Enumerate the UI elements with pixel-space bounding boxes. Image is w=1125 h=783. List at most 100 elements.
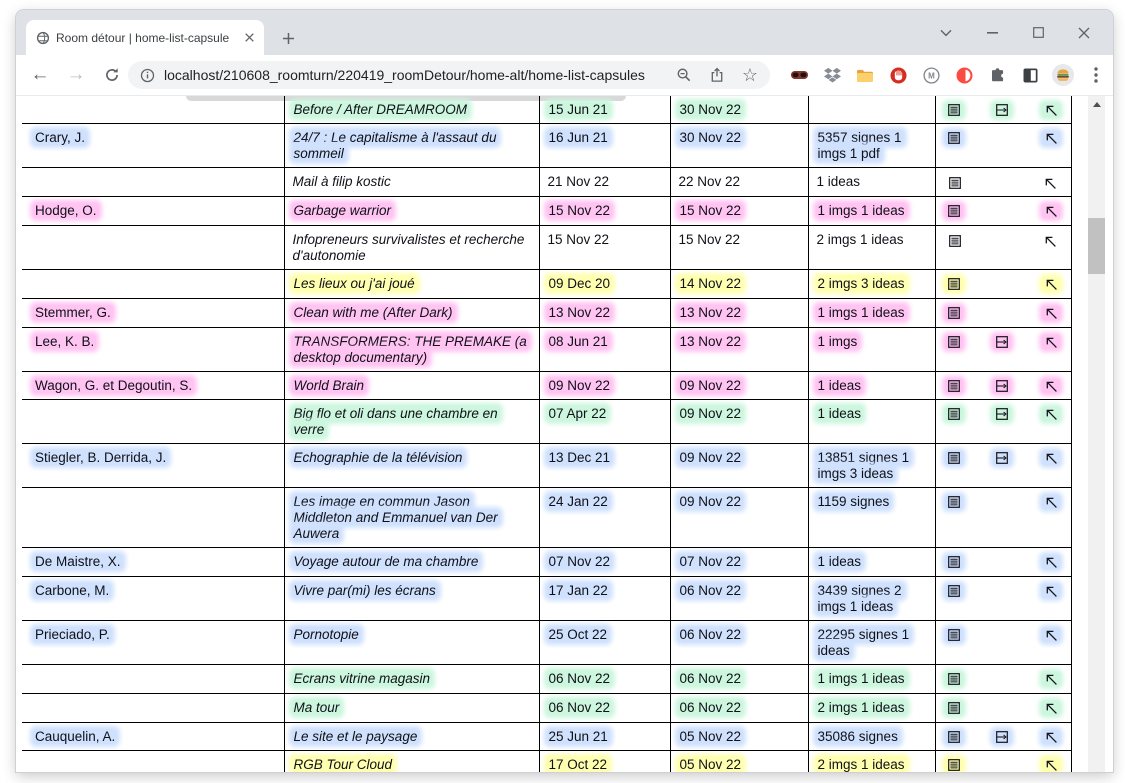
notes-icon[interactable] [945,407,963,421]
extensions-puzzle-icon[interactable] [986,62,1008,88]
goto-arrow-icon[interactable] [1042,306,1060,320]
title-link[interactable]: Les image en commun Jason Middleton and … [292,494,500,541]
redmoon-extension-icon[interactable] [953,62,975,88]
date-updated-text: 09 Nov 22 [678,450,744,465]
goto-arrow-icon[interactable] [1042,407,1060,421]
title-cell: Les image en commun Jason Middleton and … [284,488,539,548]
title-link[interactable]: Echographie de la télévision [292,450,465,465]
window-close-button[interactable] [1067,10,1101,55]
goto-arrow-icon[interactable] [1042,379,1060,393]
tab-search-chevron-icon[interactable] [929,10,963,55]
goto-arrow-icon[interactable] [1042,730,1060,744]
date-updated-cell: 07 Nov 22 [670,548,808,577]
goto-arrow-icon[interactable] [1042,204,1060,218]
notes-icon[interactable] [945,103,963,117]
notes-icon[interactable] [945,584,963,598]
title-link[interactable]: Ecrans vitrine magasin [292,671,433,686]
notes-icon[interactable] [946,175,964,191]
bookmark-star-icon[interactable]: ☆ [742,66,758,84]
notes-icon[interactable] [945,451,963,465]
title-link[interactable]: Voyage autour de ma chambre [292,554,481,569]
author-text: Carbone, M. [33,583,111,598]
title-link[interactable]: Garbage warrior [292,203,394,218]
goto-arrow-icon[interactable] [1042,758,1060,772]
notes-icon[interactable] [945,758,963,772]
notes-icon[interactable] [945,335,963,349]
title-link[interactable]: Big flo et oli dans une chambre en verre [292,406,500,437]
handblock-extension-icon[interactable] [887,62,909,88]
title-link[interactable]: TRANSFORMERS: THE PREMAKE (a desktop doc… [292,334,529,365]
back-button[interactable]: ← [26,61,54,89]
title-cell: World Brain [284,372,539,400]
title-link[interactable]: Pornotopie [292,627,361,642]
date-created-cell: 06 Nov 22 [539,694,670,723]
goto-arrow-icon[interactable] [1041,175,1059,191]
notes-icon[interactable] [945,672,963,686]
reload-icon[interactable] [98,61,126,89]
notes-icon[interactable] [945,701,963,715]
pages-icon[interactable] [993,103,1011,117]
browser-menu-dots-icon[interactable] [1085,62,1107,88]
title-link[interactable]: Ma tour [292,700,342,715]
goto-arrow-icon[interactable] [1042,495,1060,509]
goto-arrow-icon[interactable] [1042,628,1060,642]
goto-arrow-icon[interactable] [1042,103,1060,117]
pages-icon[interactable] [993,379,1011,393]
pages-icon[interactable] [993,335,1011,349]
scrollbar-thumb[interactable] [1088,218,1105,274]
goto-arrow-icon[interactable] [1042,672,1060,686]
goto-arrow-icon[interactable] [1042,277,1060,291]
notes-icon[interactable] [945,306,963,320]
table-row: Stiegler, B. Derrida, J. Echographie de … [22,444,1071,488]
new-tab-button[interactable] [276,26,300,50]
browser-tab[interactable]: Room détour | home-list-capsule [26,20,264,55]
notes-icon[interactable] [945,628,963,642]
title-link[interactable]: Le site et le paysage [292,729,420,744]
dropbox-extension-icon[interactable] [821,62,843,88]
goto-arrow-icon[interactable] [1042,335,1060,349]
mask-extension-icon[interactable] [788,62,810,88]
address-bar[interactable]: localhost/210608_roomturn/220419_roomDet… [128,61,770,89]
notes-icon[interactable] [945,495,963,509]
site-info-icon[interactable] [140,68,155,83]
title-link[interactable]: Les lieux ou j'ai joué [292,276,417,291]
title-link[interactable]: Clean with me (After Dark) [292,305,455,320]
pages-icon[interactable] [993,407,1011,421]
goto-arrow-icon[interactable] [1042,584,1060,598]
date-updated-cell: 09 Nov 22 [670,400,808,444]
goto-arrow-icon[interactable] [1042,701,1060,715]
goto-arrow-icon[interactable] [1042,131,1060,145]
title-link[interactable]: RGB Tour Cloud [292,757,395,772]
profile-avatar[interactable] [1052,62,1074,88]
pages-icon[interactable] [993,730,1011,744]
notes-icon[interactable] [946,233,964,249]
scroll-up-icon[interactable] [1093,102,1101,107]
forward-button[interactable]: → [62,61,90,89]
goto-arrow-icon[interactable] [1042,451,1060,465]
notes-icon[interactable] [945,555,963,569]
zoom-icon[interactable] [676,67,692,83]
darkmode-extension-icon[interactable] [1019,62,1041,88]
m-circle-extension-icon[interactable]: M [920,62,942,88]
notes-icon[interactable] [945,204,963,218]
folder-extension-icon[interactable] [854,62,876,88]
notes-icon[interactable] [945,730,963,744]
goto-arrow-icon[interactable] [1041,233,1059,249]
maximize-button[interactable] [1021,10,1055,55]
title-link[interactable]: Infopreneurs survivalistes et recherche … [293,232,525,263]
notes-icon[interactable] [945,277,963,291]
title-link[interactable]: Mail à filip kostic [293,174,391,189]
pages-icon[interactable] [993,451,1011,465]
minimize-button[interactable] [975,10,1009,55]
share-icon[interactable] [709,67,725,83]
title-link[interactable]: Before / After DREAMROOM [292,102,470,117]
title-link[interactable]: 24/7 : Le capitalisme à l'assaut du somm… [292,130,499,161]
goto-arrow-icon[interactable] [1042,555,1060,569]
notes-icon[interactable] [945,131,963,145]
tab-close-icon[interactable] [241,30,257,46]
title-link[interactable]: Vivre par(mi) les écrans [292,583,438,598]
notes-icon[interactable] [945,379,963,393]
title-link[interactable]: World Brain [292,378,367,393]
vertical-scrollbar[interactable] [1088,96,1105,772]
stats-cell: 1 ideas [808,372,935,400]
